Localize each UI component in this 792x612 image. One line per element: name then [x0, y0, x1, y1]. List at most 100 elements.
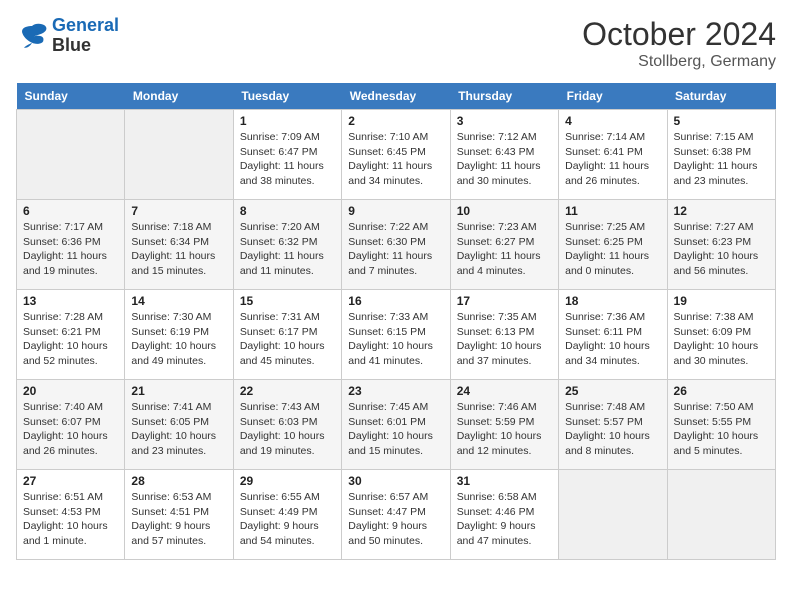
day-number: 20 [23, 384, 118, 398]
calendar-cell: 7Sunrise: 7:18 AM Sunset: 6:34 PM Daylig… [125, 200, 233, 290]
day-info: Sunrise: 7:35 AM Sunset: 6:13 PM Dayligh… [457, 310, 552, 369]
day-number: 17 [457, 294, 552, 308]
calendar-cell: 4 Sunrise: 7:14 AM Sunset: 6:41 PM Daylig… [559, 110, 667, 200]
calendar-cell: 14 Sunrise: 7:30 AM Sunset: 6:19 PM Dayli… [125, 290, 233, 380]
day-number: 28 [131, 474, 226, 488]
title-block: October 2024 Stollberg, Germany [582, 16, 776, 71]
day-header-thursday: Thursday [450, 83, 558, 110]
day-info: Sunrise: 7:30 AM Sunset: 6:19 PM Dayligh… [131, 310, 226, 369]
calendar-cell [559, 470, 667, 560]
calendar-cell: 1Sunrise: 7:09 AM Sunset: 6:47 PM Daylig… [233, 110, 341, 200]
calendar-cell: 17 Sunrise: 7:35 AM Sunset: 6:13 PM Dayli… [450, 290, 558, 380]
day-info: Sunrise: 7:41 AM Sunset: 6:05 PM Dayligh… [131, 400, 226, 459]
day-info: Sunrise: 7:12 AM Sunset: 6:43 PM Dayligh… [457, 130, 552, 189]
calendar-cell: 11 Sunrise: 7:25 AM Sunset: 6:25 PM Dayli… [559, 200, 667, 290]
calendar-cell: 20 Sunrise: 7:40 AM Sunset: 6:07 PM Dayli… [17, 380, 125, 470]
day-number: 16 [348, 294, 443, 308]
logo: General Blue [16, 16, 119, 56]
day-info: Sunrise: 7:38 AM Sunset: 6:09 PM Dayligh… [674, 310, 769, 369]
day-number: 1 [240, 114, 335, 128]
logo-text: General Blue [52, 16, 119, 56]
day-info: Sunrise: 7:36 AM Sunset: 6:11 PM Dayligh… [565, 310, 660, 369]
day-info: Sunrise: 7:22 AM Sunset: 6:30 PM Dayligh… [348, 220, 443, 279]
calendar-cell: 26Sunrise: 7:50 AM Sunset: 5:55 PM Dayli… [667, 380, 775, 470]
calendar-week-row: 27 Sunrise: 6:51 AM Sunset: 4:53 PM Dayli… [17, 470, 776, 560]
calendar-cell: 21 Sunrise: 7:41 AM Sunset: 6:05 PM Dayli… [125, 380, 233, 470]
day-info: Sunrise: 7:40 AM Sunset: 6:07 PM Dayligh… [23, 400, 118, 459]
month-title: October 2024 [582, 16, 776, 53]
calendar-cell: 19 Sunrise: 7:38 AM Sunset: 6:09 PM Dayli… [667, 290, 775, 380]
day-info: Sunrise: 6:53 AM Sunset: 4:51 PM Dayligh… [131, 490, 226, 549]
calendar-cell: 22Sunrise: 7:43 AM Sunset: 6:03 PM Dayli… [233, 380, 341, 470]
day-number: 11 [565, 204, 660, 218]
day-number: 23 [348, 384, 443, 398]
calendar-cell [17, 110, 125, 200]
day-header-monday: Monday [125, 83, 233, 110]
calendar-cell: 30 Sunrise: 6:57 AM Sunset: 4:47 PM Dayli… [342, 470, 450, 560]
day-number: 22 [240, 384, 335, 398]
calendar-header-row: SundayMondayTuesdayWednesdayThursdayFrid… [17, 83, 776, 110]
day-info: Sunrise: 6:51 AM Sunset: 4:53 PM Dayligh… [23, 490, 118, 549]
day-header-friday: Friday [559, 83, 667, 110]
day-number: 13 [23, 294, 118, 308]
day-info: Sunrise: 7:33 AM Sunset: 6:15 PM Dayligh… [348, 310, 443, 369]
day-number: 3 [457, 114, 552, 128]
day-number: 14 [131, 294, 226, 308]
logo-icon [16, 22, 48, 50]
day-info: Sunrise: 7:20 AM Sunset: 6:32 PM Dayligh… [240, 220, 335, 279]
calendar-cell: 24Sunrise: 7:46 AM Sunset: 5:59 PM Dayli… [450, 380, 558, 470]
day-info: Sunrise: 6:58 AM Sunset: 4:46 PM Dayligh… [457, 490, 552, 549]
day-number: 27 [23, 474, 118, 488]
day-number: 25 [565, 384, 660, 398]
calendar-cell [125, 110, 233, 200]
day-number: 19 [674, 294, 769, 308]
day-number: 8 [240, 204, 335, 218]
day-info: Sunrise: 7:23 AM Sunset: 6:27 PM Dayligh… [457, 220, 552, 279]
calendar-week-row: 20 Sunrise: 7:40 AM Sunset: 6:07 PM Dayli… [17, 380, 776, 470]
day-number: 31 [457, 474, 552, 488]
calendar-cell: 10Sunrise: 7:23 AM Sunset: 6:27 PM Dayli… [450, 200, 558, 290]
day-info: Sunrise: 7:31 AM Sunset: 6:17 PM Dayligh… [240, 310, 335, 369]
day-number: 6 [23, 204, 118, 218]
day-number: 2 [348, 114, 443, 128]
day-info: Sunrise: 7:14 AM Sunset: 6:41 PM Dayligh… [565, 130, 660, 189]
day-info: Sunrise: 7:18 AM Sunset: 6:34 PM Dayligh… [131, 220, 226, 279]
calendar-cell: 13 Sunrise: 7:28 AM Sunset: 6:21 PM Dayli… [17, 290, 125, 380]
day-number: 29 [240, 474, 335, 488]
calendar-cell: 29 Sunrise: 6:55 AM Sunset: 4:49 PM Dayli… [233, 470, 341, 560]
day-header-sunday: Sunday [17, 83, 125, 110]
day-number: 4 [565, 114, 660, 128]
day-info: Sunrise: 7:48 AM Sunset: 5:57 PM Dayligh… [565, 400, 660, 459]
day-number: 30 [348, 474, 443, 488]
day-number: 24 [457, 384, 552, 398]
calendar-week-row: 6 Sunrise: 7:17 AM Sunset: 6:36 PM Daylig… [17, 200, 776, 290]
day-info: Sunrise: 7:17 AM Sunset: 6:36 PM Dayligh… [23, 220, 118, 279]
day-number: 18 [565, 294, 660, 308]
calendar-cell: 25 Sunrise: 7:48 AM Sunset: 5:57 PM Dayli… [559, 380, 667, 470]
calendar-cell: 16 Sunrise: 7:33 AM Sunset: 6:15 PM Dayli… [342, 290, 450, 380]
calendar-table: SundayMondayTuesdayWednesdayThursdayFrid… [16, 83, 776, 560]
calendar-cell: 18 Sunrise: 7:36 AM Sunset: 6:11 PM Dayli… [559, 290, 667, 380]
day-info: Sunrise: 7:15 AM Sunset: 6:38 PM Dayligh… [674, 130, 769, 189]
day-header-wednesday: Wednesday [342, 83, 450, 110]
day-info: Sunrise: 6:55 AM Sunset: 4:49 PM Dayligh… [240, 490, 335, 549]
day-number: 9 [348, 204, 443, 218]
day-info: Sunrise: 7:10 AM Sunset: 6:45 PM Dayligh… [348, 130, 443, 189]
calendar-cell: 8 Sunrise: 7:20 AM Sunset: 6:32 PM Daylig… [233, 200, 341, 290]
location: Stollberg, Germany [582, 53, 776, 71]
day-info: Sunrise: 7:28 AM Sunset: 6:21 PM Dayligh… [23, 310, 118, 369]
day-number: 12 [674, 204, 769, 218]
calendar-cell: 2 Sunrise: 7:10 AM Sunset: 6:45 PM Daylig… [342, 110, 450, 200]
calendar-week-row: 1Sunrise: 7:09 AM Sunset: 6:47 PM Daylig… [17, 110, 776, 200]
day-header-saturday: Saturday [667, 83, 775, 110]
day-number: 26 [674, 384, 769, 398]
day-header-tuesday: Tuesday [233, 83, 341, 110]
calendar-cell: 31 Sunrise: 6:58 AM Sunset: 4:46 PM Dayli… [450, 470, 558, 560]
day-info: Sunrise: 7:25 AM Sunset: 6:25 PM Dayligh… [565, 220, 660, 279]
day-number: 21 [131, 384, 226, 398]
day-info: Sunrise: 6:57 AM Sunset: 4:47 PM Dayligh… [348, 490, 443, 549]
calendar-cell: 15Sunrise: 7:31 AM Sunset: 6:17 PM Dayli… [233, 290, 341, 380]
calendar-week-row: 13 Sunrise: 7:28 AM Sunset: 6:21 PM Dayli… [17, 290, 776, 380]
day-info: Sunrise: 7:45 AM Sunset: 6:01 PM Dayligh… [348, 400, 443, 459]
calendar-cell: 3 Sunrise: 7:12 AM Sunset: 6:43 PM Daylig… [450, 110, 558, 200]
